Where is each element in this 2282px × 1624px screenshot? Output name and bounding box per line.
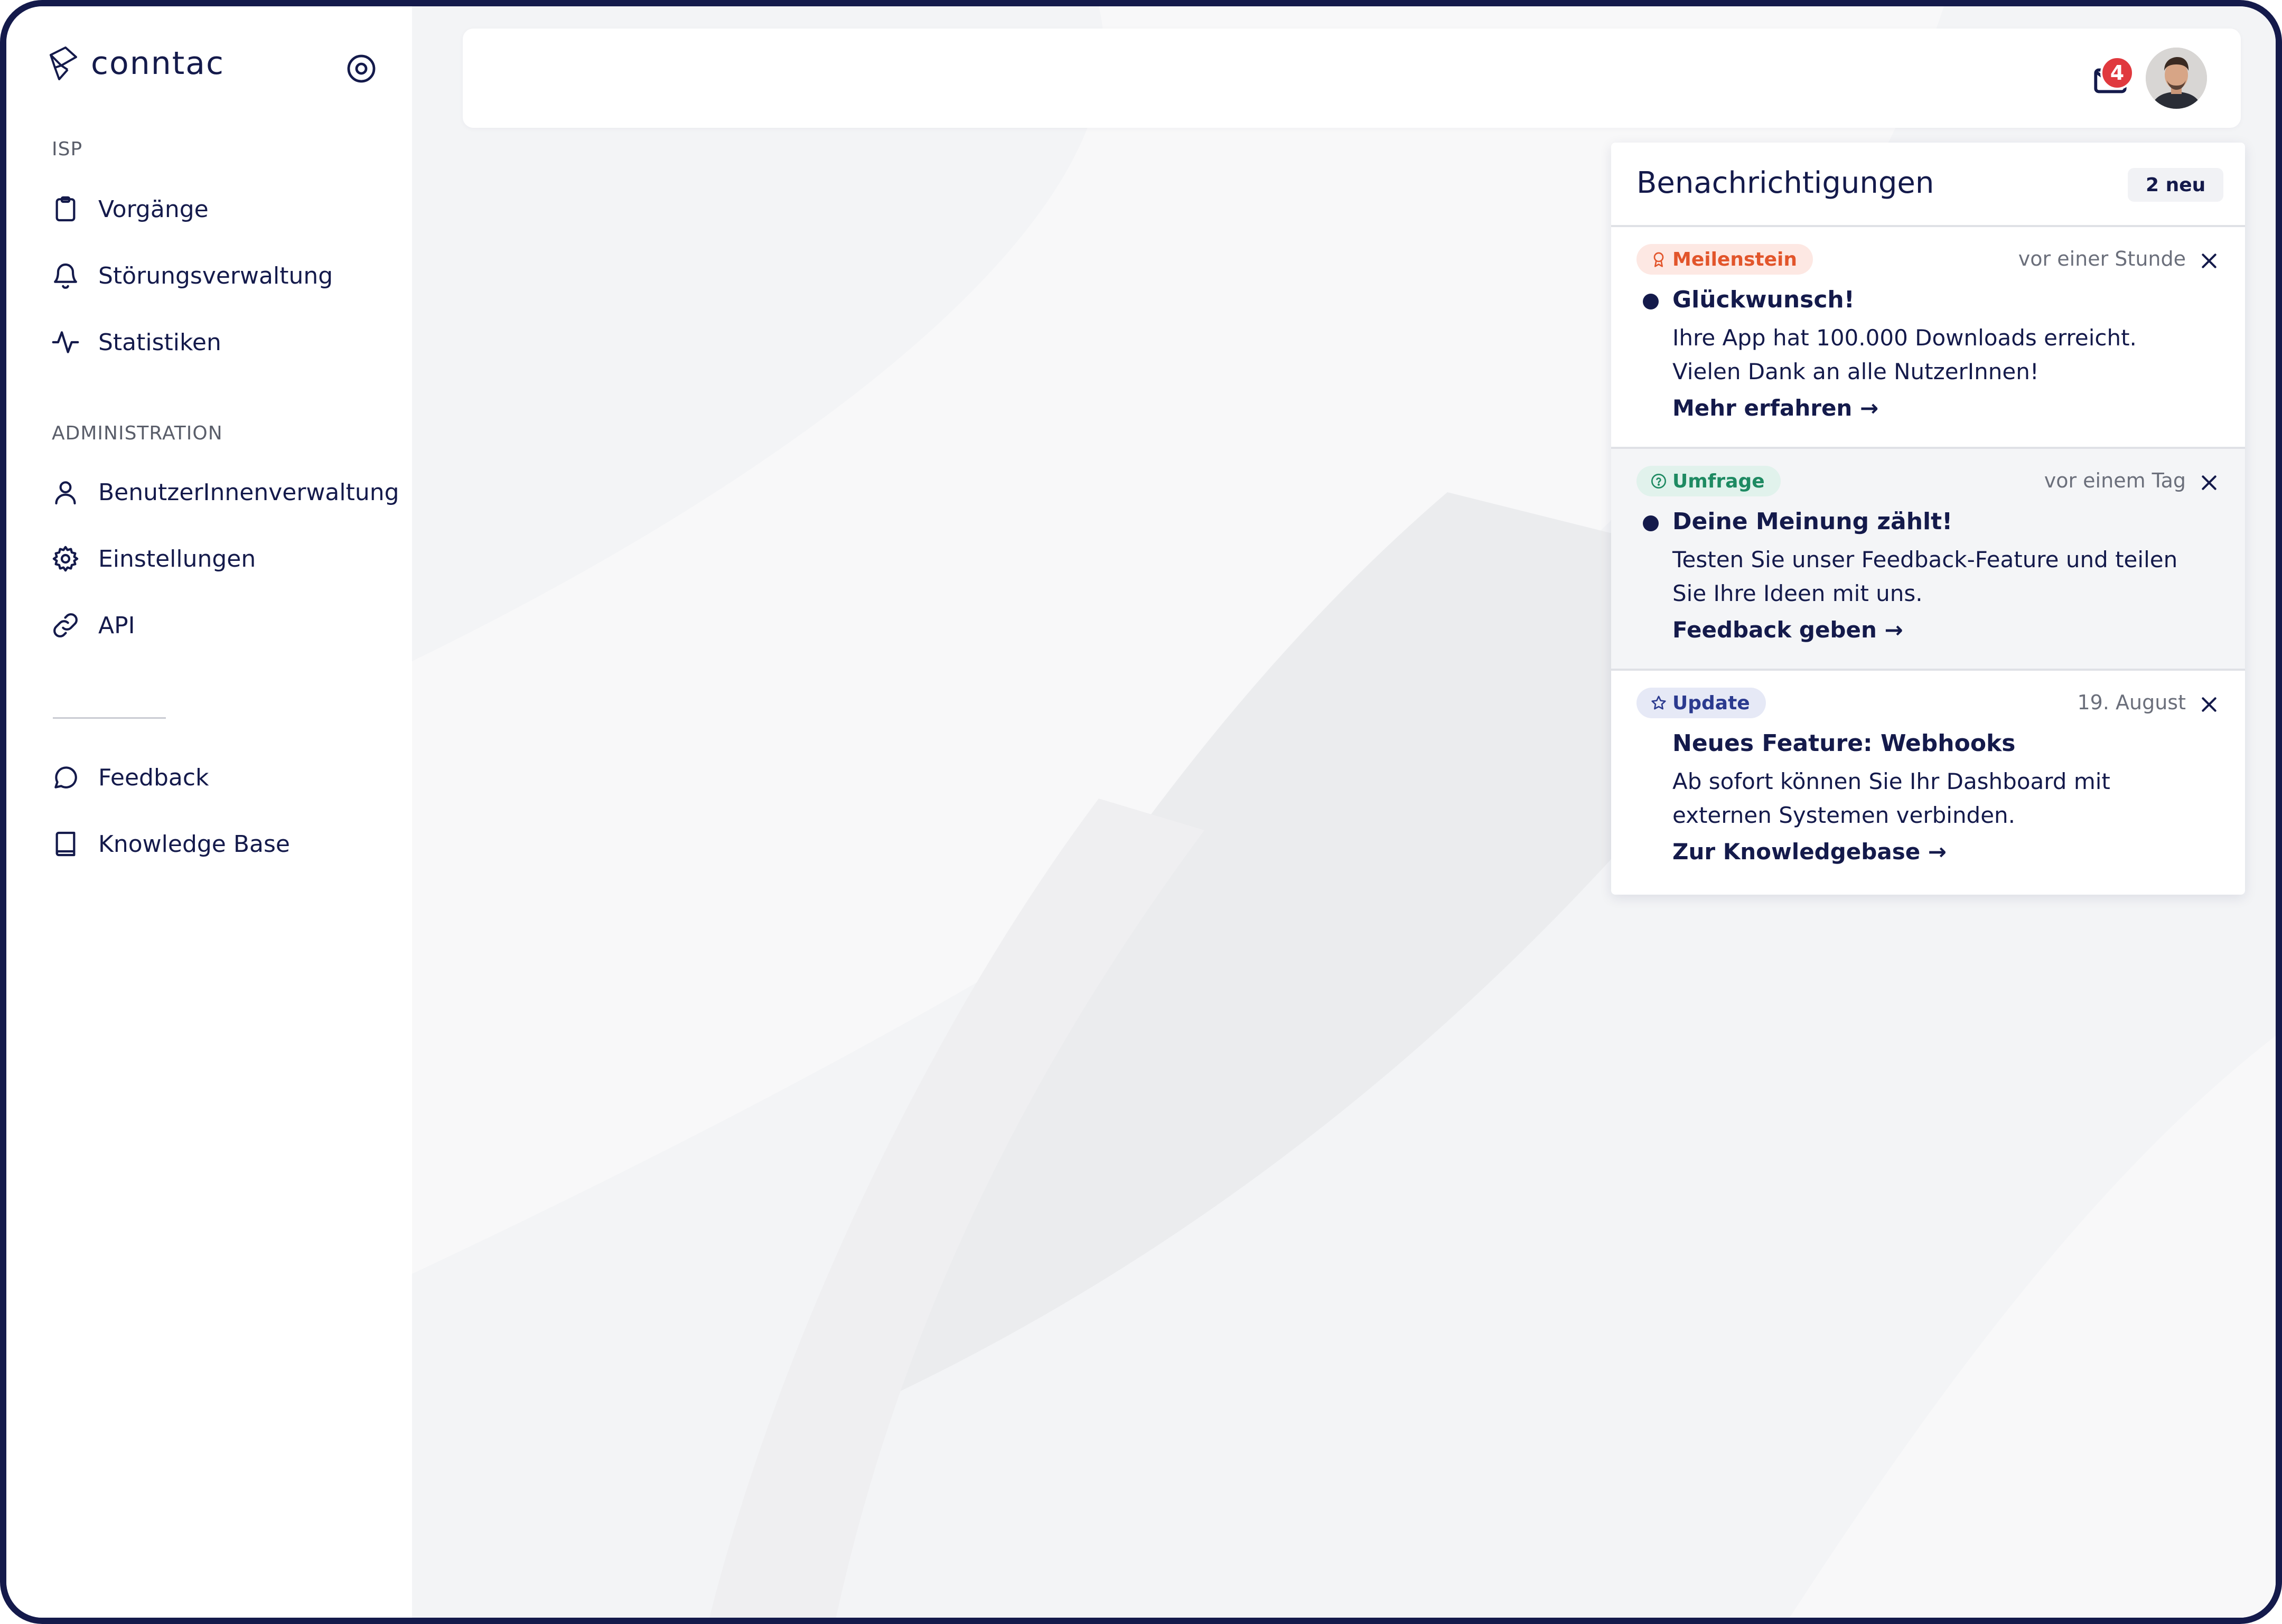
- notification-item-update[interactable]: Update 19. August Neues Feature: Webhook…: [1611, 671, 2245, 893]
- notification-body: Ab sofort können Sie Ihr Dashboard mit e…: [1672, 765, 2211, 832]
- notification-title: Deine Meinung zählt!: [1672, 508, 1953, 535]
- section-label-isp: ISP: [52, 138, 83, 160]
- sidebar-item-knowledge-base[interactable]: Knowledge Base: [51, 823, 290, 865]
- sidebar-item-stoerungsverwaltung[interactable]: Störungsverwaltung: [51, 255, 333, 297]
- sidebar-item-label: Knowledge Base: [98, 830, 290, 858]
- close-icon[interactable]: [2199, 250, 2220, 271]
- tag-update: Update: [1636, 688, 1766, 718]
- app-window: conntac ISP Vorgänge Störungsverwaltung: [0, 0, 2282, 1624]
- notifications-panel: Benachrichtigungen 2 neu Meilenstein vor…: [1611, 143, 2245, 895]
- user-avatar[interactable]: [2146, 48, 2207, 109]
- sidebar-item-label: Feedback: [98, 764, 209, 791]
- mehr-erfahren-link[interactable]: Mehr erfahren →: [1672, 395, 1878, 421]
- unread-dot: [1643, 515, 1659, 531]
- close-icon[interactable]: [2199, 472, 2220, 493]
- topbar: [463, 29, 2241, 128]
- chat-bubble-icon: [54, 766, 77, 788]
- unread-badge: 4: [2100, 56, 2134, 90]
- link-icon: [53, 613, 78, 637]
- sidebar-item-label: BenutzerInnenverwaltung: [98, 478, 399, 506]
- notification-body: Ihre App hat 100.000 Downloads erreicht.…: [1672, 321, 2211, 389]
- sidebar-item-statistiken[interactable]: Statistiken: [51, 321, 221, 363]
- notification-time: 19. August: [2077, 691, 2186, 714]
- sidebar-divider: [53, 717, 166, 719]
- brand-logo[interactable]: conntac: [46, 44, 225, 82]
- book-icon: [55, 831, 76, 857]
- notification-time: vor einem Tag: [2044, 469, 2186, 492]
- award-icon: [1653, 252, 1664, 267]
- sidebar-item-vorgaenge[interactable]: Vorgänge: [51, 188, 209, 230]
- sidebar-item-einstellungen[interactable]: Einstellungen: [51, 538, 256, 580]
- sidebar: conntac ISP Vorgänge Störungsverwaltung: [6, 6, 412, 1618]
- notification-title: Glückwunsch!: [1672, 286, 1855, 313]
- conntac-logo-icon: [50, 46, 77, 80]
- notification-body-line: externen Systemen verbinden.: [1672, 802, 2016, 828]
- notification-title: Neues Feature: Webhooks: [1672, 730, 2016, 757]
- close-icon[interactable]: [2199, 694, 2220, 715]
- sidebar-item-api[interactable]: API: [51, 604, 135, 646]
- tag-label: Update: [1672, 692, 1750, 714]
- brand-name: conntac: [91, 45, 225, 82]
- section-label-administration: ADMINISTRATION: [52, 423, 223, 444]
- notification-body-line: Ihre App hat 100.000 Downloads erreicht.: [1672, 325, 2137, 351]
- tag-umfrage: Umfrage: [1636, 466, 1781, 496]
- collapse-sidebar-icon[interactable]: [344, 52, 378, 86]
- notification-item-survey[interactable]: Umfrage vor einem Tag Deine Meinung zähl…: [1611, 449, 2245, 671]
- notification-body-line: Testen Sie unser Feedback-Feature und te…: [1672, 547, 2178, 572]
- notification-body-line: Sie Ihre Ideen mit uns.: [1672, 580, 1923, 606]
- notifications-header: Benachrichtigungen 2 neu: [1611, 143, 2245, 227]
- star-icon: [1651, 696, 1666, 710]
- tag-meilenstein: Meilenstein: [1636, 244, 1813, 275]
- sidebar-item-feedback[interactable]: Feedback: [51, 756, 209, 799]
- new-count-badge: 2 neu: [2128, 168, 2224, 202]
- tag-label: Meilenstein: [1672, 248, 1797, 270]
- user-icon: [55, 481, 76, 505]
- bell-icon: [54, 263, 77, 289]
- help-circle-icon: [1651, 474, 1666, 489]
- tag-label: Umfrage: [1672, 470, 1765, 492]
- sidebar-item-label: Einstellungen: [98, 545, 256, 572]
- sidebar-item-benutzerinnenverwaltung[interactable]: BenutzerInnenverwaltung: [51, 471, 399, 513]
- notification-body: Testen Sie unser Feedback-Feature und te…: [1672, 543, 2211, 611]
- unread-dot: [1643, 294, 1659, 309]
- notification-time: vor einer Stunde: [2018, 247, 2186, 270]
- sidebar-item-label: Vorgänge: [98, 195, 209, 223]
- notification-body-line: Vielen Dank an alle NutzerInnen!: [1672, 359, 2039, 384]
- feedback-geben-link[interactable]: Feedback geben →: [1672, 617, 1903, 643]
- activity-icon: [52, 331, 79, 353]
- gear-icon: [52, 546, 79, 572]
- notifications-title: Benachrichtigungen: [1636, 166, 1934, 200]
- zur-knowledgebase-link[interactable]: Zur Knowledgebase →: [1672, 839, 1947, 865]
- clipboard-icon: [55, 196, 76, 222]
- avatar-portrait-icon: [2146, 48, 2207, 109]
- sidebar-item-label: API: [98, 612, 135, 639]
- main-content: 4 Benachrichtigungen 2 neu Meilenstein v…: [412, 6, 2276, 1618]
- sidebar-item-label: Statistiken: [98, 328, 221, 356]
- notification-item-milestone[interactable]: Meilenstein vor einer Stunde Glückwunsch…: [1611, 227, 2245, 449]
- notification-body-line: Ab sofort können Sie Ihr Dashboard mit: [1672, 768, 2110, 794]
- sidebar-item-label: Störungsverwaltung: [98, 262, 333, 289]
